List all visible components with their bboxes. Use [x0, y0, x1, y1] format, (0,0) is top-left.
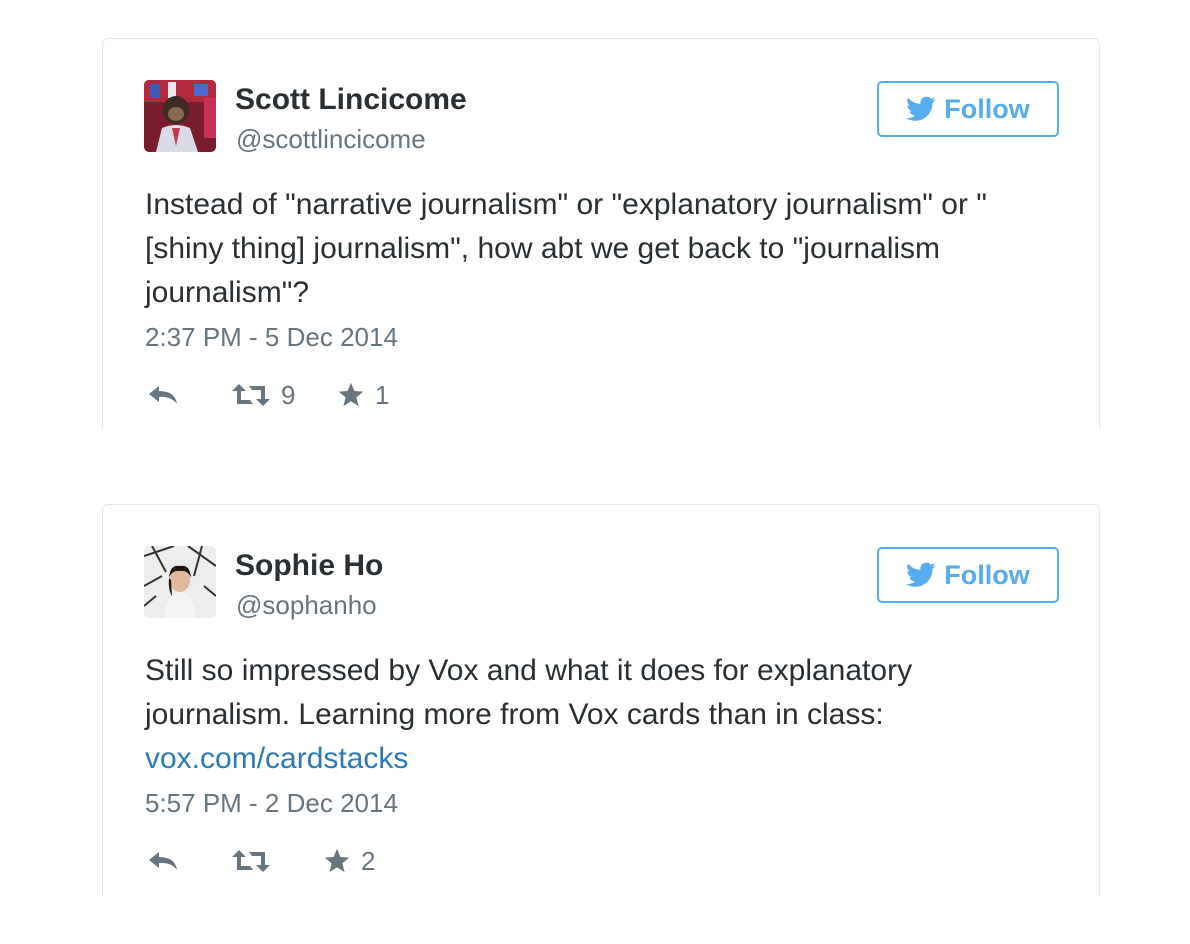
retweet-count: 9	[281, 380, 296, 410]
author-handle[interactable]: @scottlincicome	[236, 123, 426, 155]
author-handle[interactable]: @sophanho	[236, 589, 377, 621]
reply-button[interactable]	[147, 377, 179, 413]
favorite-count: 1	[375, 380, 390, 410]
avatar[interactable]	[144, 546, 216, 618]
tweet-link[interactable]: vox.com/cardstacks	[145, 742, 408, 775]
reply-button[interactable]	[147, 843, 179, 879]
star-icon	[324, 848, 350, 873]
tweet-card: Sophie Ho @sophanho Follow Still so impr…	[102, 504, 1100, 896]
tweet-timestamp[interactable]: 2:37 PM - 5 Dec 2014	[145, 321, 398, 353]
follow-button[interactable]: Follow	[877, 81, 1059, 137]
follow-label: Follow	[944, 559, 1030, 590]
tweet-body: Still so impressed by Vox and what it do…	[145, 654, 913, 731]
tweet-actions: 2	[145, 843, 545, 879]
tweet-card: Scott Lincicome @scottlincicome Follow I…	[102, 38, 1100, 430]
reply-icon	[149, 386, 177, 404]
favorite-button[interactable]: 2	[323, 843, 375, 879]
retweet-icon	[232, 384, 270, 406]
author-name[interactable]: Sophie Ho	[235, 547, 383, 585]
avatar-image	[144, 80, 216, 152]
favorite-button[interactable]: 1	[337, 377, 389, 413]
retweet-icon	[232, 850, 270, 872]
tweet-text: Still so impressed by Vox and what it do…	[145, 649, 1065, 781]
tweet-text: Instead of "narrative journalism" or "ex…	[145, 183, 1065, 315]
retweet-button[interactable]: 9	[231, 377, 295, 413]
author-name[interactable]: Scott Lincicome	[235, 81, 467, 119]
tweet-body: Instead of "narrative journalism" or "ex…	[145, 188, 987, 309]
star-icon	[338, 382, 364, 407]
follow-label: Follow	[944, 93, 1030, 124]
avatar[interactable]	[144, 80, 216, 152]
tweet-timestamp[interactable]: 5:57 PM - 2 Dec 2014	[145, 787, 398, 819]
retweet-button[interactable]	[231, 843, 281, 879]
follow-button[interactable]: Follow	[877, 547, 1059, 603]
tweet-actions: 9 1	[145, 377, 545, 413]
avatar-image	[144, 546, 216, 618]
twitter-bird-icon	[906, 562, 936, 587]
twitter-bird-icon	[906, 96, 936, 121]
reply-icon	[149, 852, 177, 870]
favorite-count: 2	[361, 846, 376, 876]
